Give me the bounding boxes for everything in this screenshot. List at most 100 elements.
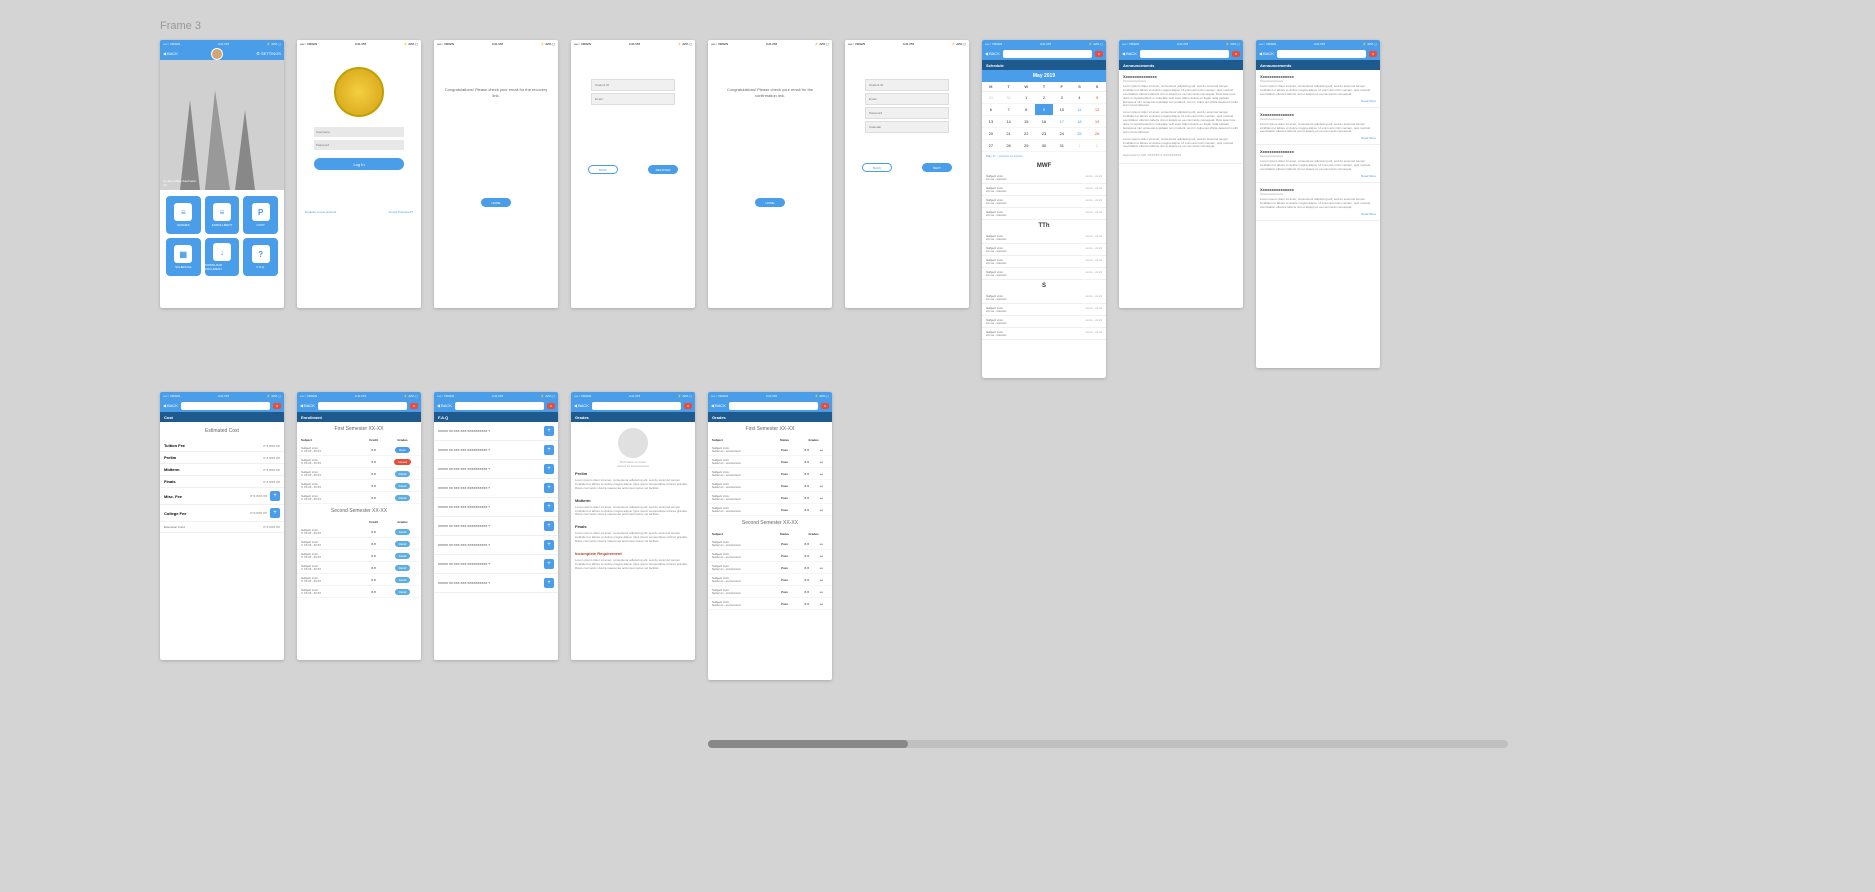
more-icon[interactable]: ••• (820, 460, 823, 464)
email-input[interactable] (865, 93, 949, 105)
calendar-day[interactable]: 16 (1035, 116, 1053, 128)
tile-cost[interactable]: PCOST (243, 196, 278, 234)
grade-row[interactable]: Subject xxxxSection xx - xxxxxxxxxxxxPas… (708, 480, 832, 492)
subject-row[interactable]: Subject xxxxX: XX:XX - XX:XXX.XDetail (297, 574, 421, 586)
more-icon[interactable]: ••• (820, 496, 823, 500)
calendar-day[interactable]: 29 (1017, 140, 1035, 152)
scroll-thumb[interactable] (708, 740, 908, 748)
back-button[interactable]: BACK (588, 165, 618, 174)
faq-row[interactable]: XXXXX XX XXX XXX XXXXXXXXXX ?+ (434, 479, 558, 498)
calendar-day[interactable]: 11 (1071, 104, 1089, 116)
password-input[interactable] (314, 140, 404, 150)
search-input[interactable] (1277, 50, 1366, 58)
subject-row[interactable]: Subject xxxxX: XX:XX - XX:XXX.XClosed (297, 456, 421, 468)
search-input[interactable] (318, 402, 407, 410)
calendar-day[interactable]: 22 (1017, 128, 1035, 140)
settings-button[interactable]: ⚙ SETTINGS (256, 51, 281, 56)
calendar-day[interactable]: 13 (982, 116, 1000, 128)
close-button[interactable]: X (273, 403, 281, 409)
search-input[interactable] (455, 402, 544, 410)
back-button[interactable]: ◀ BACK (437, 403, 452, 408)
calendar-day[interactable]: 2 (1035, 92, 1053, 104)
calendar-day[interactable]: 30 (1000, 92, 1018, 104)
expand-button[interactable]: + (544, 426, 554, 436)
announcement-item[interactable]: XxxxxxxxxxxxxxxXxxxxxxxxxxxxxxLorem ipsu… (1256, 70, 1380, 108)
expand-button[interactable]: + (544, 445, 554, 455)
tile-enrollment[interactable]: ≡ENROLLMENT (205, 196, 240, 234)
student-id-input[interactable] (865, 79, 949, 91)
calendar-day[interactable]: 4 (1071, 92, 1089, 104)
home-button[interactable]: HOME (755, 198, 785, 207)
subject-row[interactable]: Subject xxxxX: XX:XX - XX:XXX.XDetail (297, 468, 421, 480)
faq-row[interactable]: XXXXX XX XXX XXX XXXXXXXXXX ?+ (434, 460, 558, 479)
calendar-day[interactable]: 18 (1071, 116, 1089, 128)
expand-button[interactable]: + (544, 521, 554, 531)
calendar-day[interactable]: 28 (1000, 140, 1018, 152)
schedule-row[interactable]: Subject xxxxxxx xxx - xxxxxxxxxx:xx - xx… (982, 304, 1106, 316)
grade-row[interactable]: Subject xxxxSection xx - xxxxxxxxxxxxPas… (708, 574, 832, 586)
expand-button[interactable]: + (544, 540, 554, 550)
close-button[interactable]: X (410, 403, 418, 409)
email-input[interactable] (591, 93, 675, 105)
calendar-day[interactable]: 19 (1088, 116, 1106, 128)
more-icon[interactable]: ••• (820, 578, 823, 582)
calendar-day[interactable]: 15 (1017, 116, 1035, 128)
close-button[interactable]: X (684, 403, 692, 409)
calendar-day[interactable]: 8 (1017, 104, 1035, 116)
subject-row[interactable]: Subject xxxxX: XX:XX - XX:XXX.XOpen (297, 444, 421, 456)
back-button[interactable]: BACK (862, 163, 892, 172)
calendar-day[interactable]: 17 (1053, 116, 1071, 128)
back-button[interactable]: ◀ BACK (1259, 51, 1274, 56)
schedule-row[interactable]: Subject xxxxxxx xxx - xxxxxxxxxx:xx - xx… (982, 208, 1106, 220)
expand-button[interactable]: + (544, 483, 554, 493)
home-button[interactable]: HOME (481, 198, 511, 207)
search-input[interactable] (181, 402, 270, 410)
calendar-day[interactable]: 26 (1088, 128, 1106, 140)
subject-row[interactable]: Subject xxxxX: XX:XX - XX:XXX.XDetail (297, 586, 421, 598)
expand-button[interactable]: + (544, 502, 554, 512)
recover-button[interactable]: RECOVER (648, 165, 678, 174)
read-more-link[interactable]: Read More (1260, 99, 1376, 103)
more-icon[interactable]: ••• (820, 566, 823, 570)
forgot-link[interactable]: Forgot Password? (389, 210, 413, 214)
read-more-link[interactable]: Read More (1260, 212, 1376, 216)
grade-row[interactable]: Subject xxxxSection xx - xxxxxxxxxxxxPas… (708, 444, 832, 456)
search-input[interactable] (1140, 50, 1229, 58)
more-icon[interactable]: ••• (820, 508, 823, 512)
close-button[interactable]: X (547, 403, 555, 409)
schedule-row[interactable]: Subject xxxxxxx xxx - xxxxxxxxxx:xx - xx… (982, 328, 1106, 340)
read-more-link[interactable]: Read More (1260, 174, 1376, 178)
faq-row[interactable]: XXXXX XX XXX XXX XXXXXXXXXX ?+ (434, 574, 558, 593)
grade-row[interactable]: Subject xxxxSection xx - xxxxxxxxxxxxPas… (708, 492, 832, 504)
expand-button[interactable]: + (270, 508, 280, 518)
more-icon[interactable]: ••• (820, 590, 823, 594)
calendar-day[interactable]: 6 (982, 104, 1000, 116)
calendar-day[interactable]: 30 (1035, 140, 1053, 152)
tile-faq[interactable]: ?F.A.Q. (243, 238, 278, 276)
subject-row[interactable]: Subject xxxxX: XX:XX - XX:XXX.XDetail (297, 562, 421, 574)
close-button[interactable]: X (1232, 51, 1240, 57)
more-icon[interactable]: ••• (820, 448, 823, 452)
calendar-day[interactable]: 5 (1088, 92, 1106, 104)
expand-button[interactable]: + (544, 578, 554, 588)
more-icon[interactable]: ••• (820, 554, 823, 558)
calendar-day[interactable]: 10 (1053, 104, 1071, 116)
announcement-item[interactable]: XxxxxxxxxxxxxxxXxxxxxxxxxxxxxxLorem ipsu… (1256, 145, 1380, 183)
calendar-day[interactable]: 1 (1071, 140, 1089, 152)
back-button[interactable]: ◀ BACK (985, 51, 1000, 56)
calendar-day[interactable]: 9 (1035, 104, 1053, 116)
schedule-row[interactable]: Subject xxxxxxx xxx - xxxxxxxxxx:xx - xx… (982, 244, 1106, 256)
design-canvas[interactable]: ••••○ VIRGIN4:21 PM⚡ 22% ▢ ◀ BACK ⚙ SETT… (20, 40, 1855, 760)
next-button[interactable]: NEXT (922, 163, 952, 172)
calendar-day[interactable]: 7 (1000, 104, 1018, 116)
tile-download[interactable]: ↓DOWNLOAD DOCUMENT (205, 238, 240, 276)
calendar-day[interactable]: 31 (1053, 140, 1071, 152)
grade-row[interactable]: Subject xxxxSection xx - xxxxxxxxxxxxPas… (708, 504, 832, 516)
close-button[interactable]: X (1369, 51, 1377, 57)
horizontal-scrollbar[interactable] (708, 740, 1508, 748)
announcement-item[interactable]: XxxxxxxxxxxxxxxXxxxxxxxxxxxxxxLorem ipsu… (1256, 108, 1380, 146)
expand-button[interactable]: + (544, 559, 554, 569)
grade-row[interactable]: Subject xxxxSection xx - xxxxxxxxxxxxPas… (708, 550, 832, 562)
schedule-row[interactable]: Subject xxxxxxx xxx - xxxxxxxxxx:xx - xx… (982, 172, 1106, 184)
more-icon[interactable]: ••• (820, 542, 823, 546)
